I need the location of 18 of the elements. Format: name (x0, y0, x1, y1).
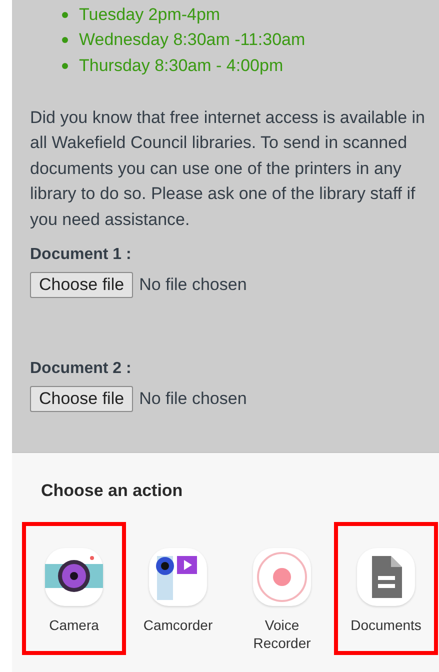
file-status: No file chosen (139, 389, 247, 409)
bullet-icon (62, 12, 68, 18)
sheet-title: Choose an action (41, 481, 184, 501)
choose-file-button[interactable]: Choose file (30, 272, 134, 298)
info-paragraph: Did you know that free internet access is available in all Wakefield Council libraries. To send in scanned documents you can use one of the printers in any library to do so. Please ask one of the library staff if you need assistance. (30, 106, 426, 230)
action-item[interactable]: Camera (22, 522, 126, 655)
file-status: No file chosen (139, 275, 247, 295)
bullet-icon (62, 62, 68, 69)
choose-file-button[interactable]: Choose file (30, 386, 134, 412)
opening-hours: Thursday 8:30am - 4:00pm (79, 56, 284, 76)
action-item[interactable]: Voice Recorder (230, 522, 334, 655)
bullet-icon (62, 37, 68, 44)
opening-hours: Tuesday 2pm-4pm (79, 4, 220, 25)
action-item[interactable]: Documents (334, 522, 438, 655)
document-label: Document 2 : (30, 360, 132, 378)
action-item[interactable]: Camcorder (126, 522, 230, 655)
opening-hours: Wednesday 8:30am -11:30am (79, 30, 306, 50)
document-label: Document 1 : (30, 246, 132, 264)
